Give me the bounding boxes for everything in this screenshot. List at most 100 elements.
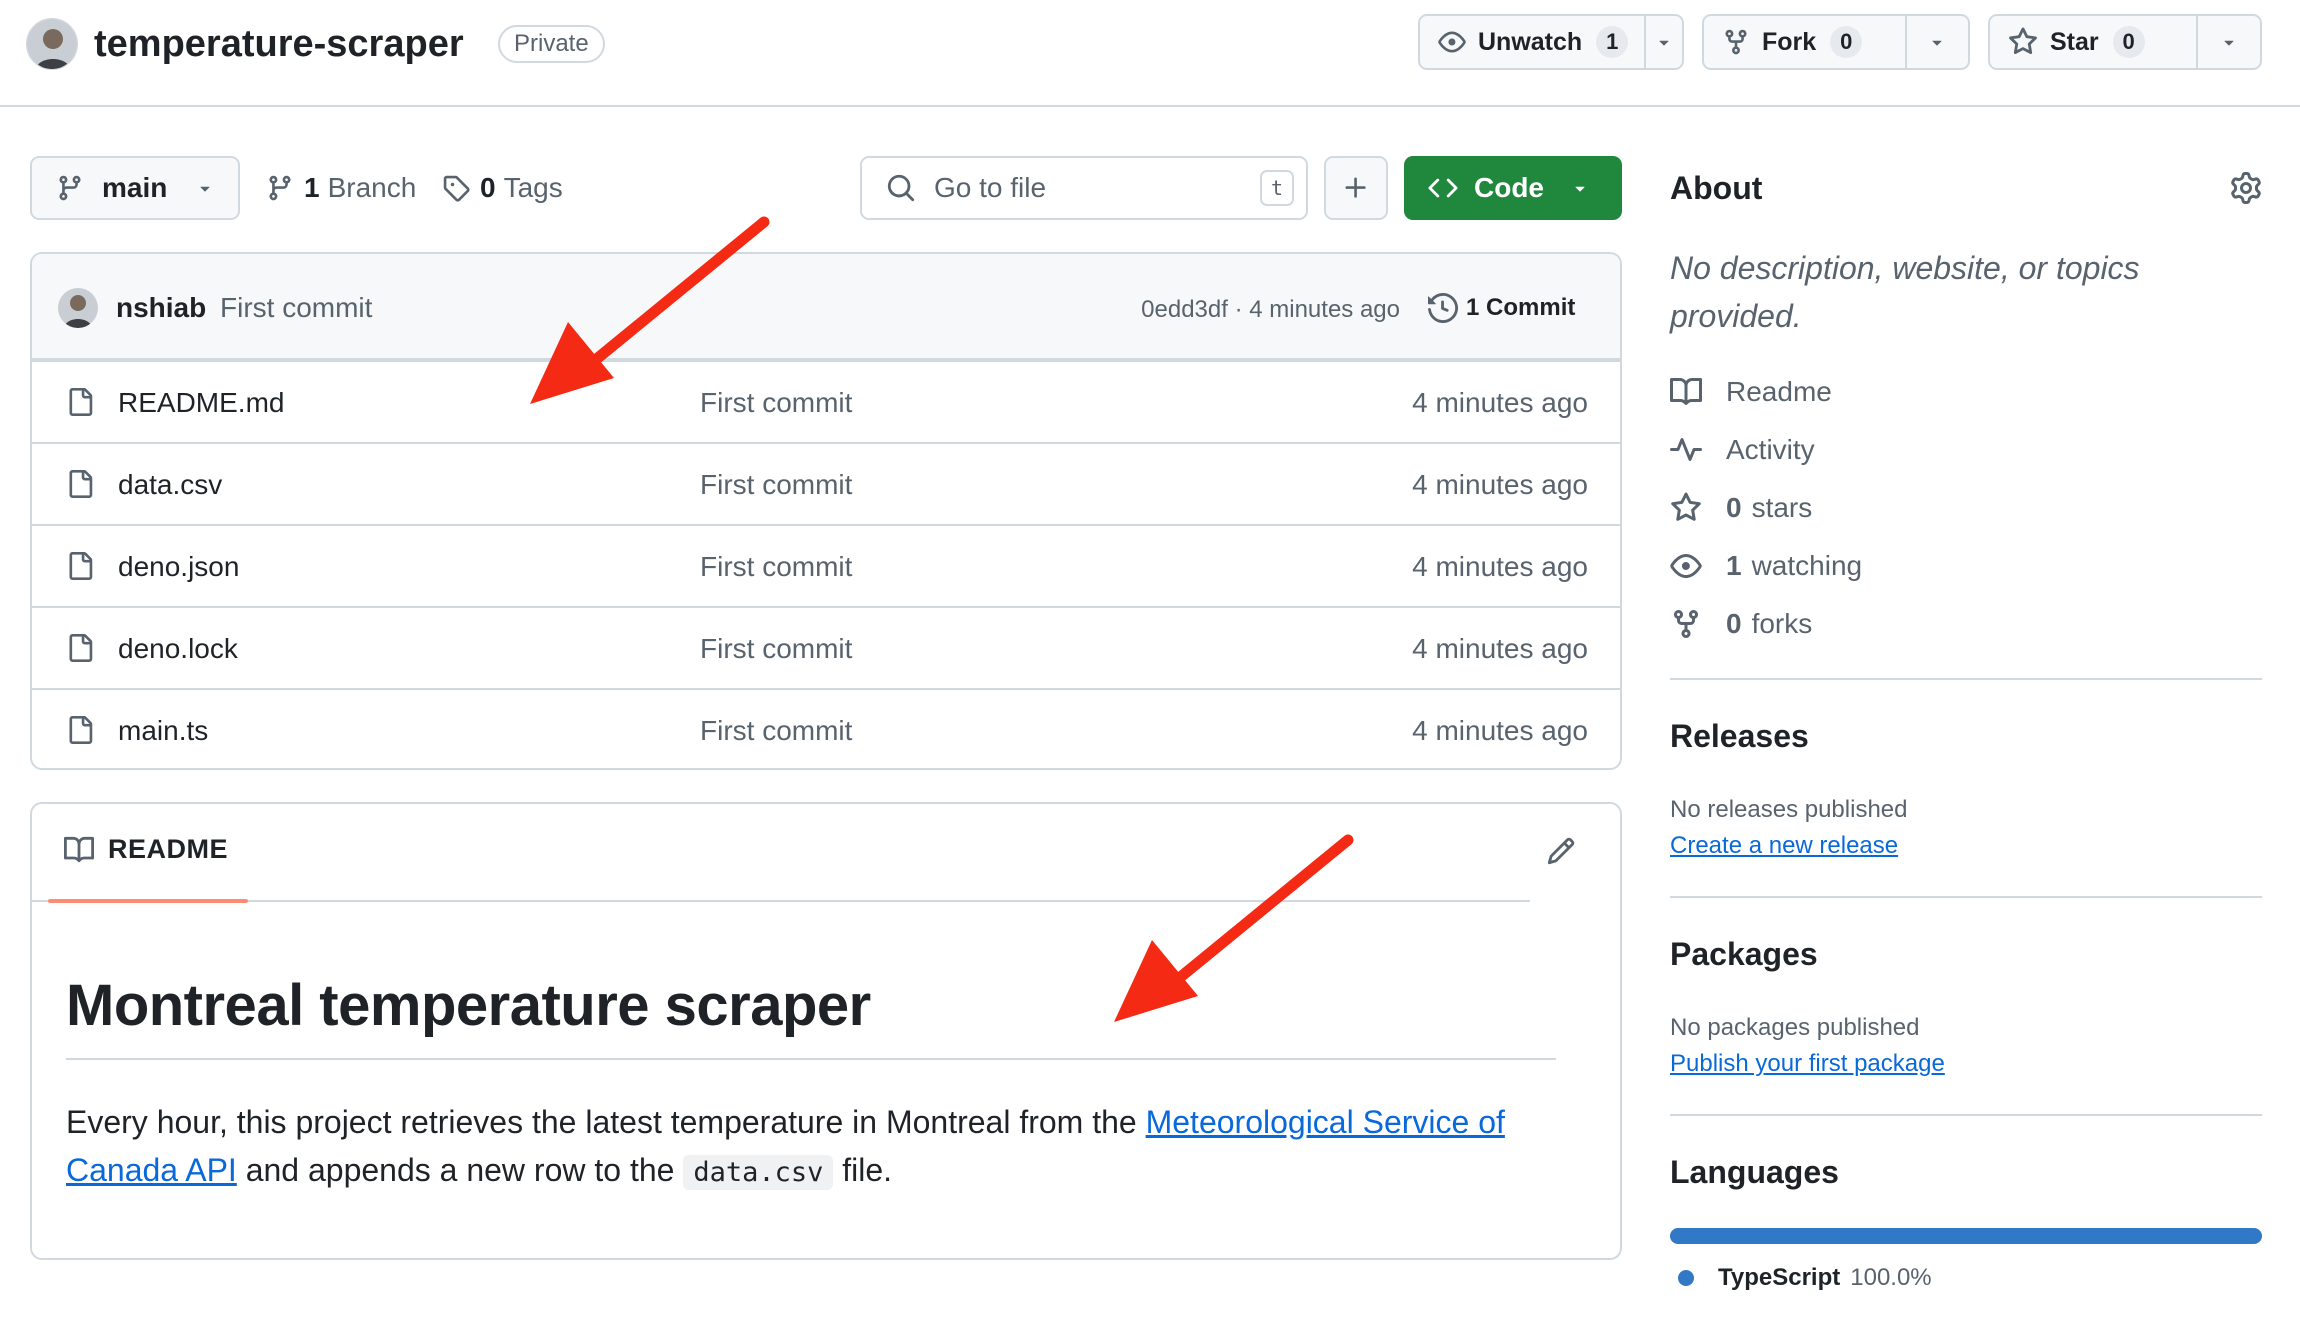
sidebar-divider: [1670, 896, 2262, 898]
pencil-icon: [1546, 836, 1576, 866]
star-icon: [2008, 27, 2050, 57]
file-name[interactable]: main.ts: [118, 711, 208, 751]
file-row[interactable]: main.ts First commit 4 minutes ago: [32, 688, 1620, 768]
languages-heading: Languages: [1670, 1154, 1839, 1190]
file-commit-message[interactable]: First commit: [700, 383, 852, 423]
stars-count: 0: [1726, 492, 1742, 523]
edit-readme-button[interactable]: [1546, 836, 1576, 866]
file-name[interactable]: README.md: [118, 383, 284, 423]
forks-label: forks: [1751, 608, 1813, 639]
releases-empty-text: No releases published: [1670, 796, 1908, 823]
commits-history-link[interactable]: 1 Commit: [1428, 288, 1575, 328]
commit-author[interactable]: nshiab: [116, 288, 206, 328]
caret-down-icon: [2219, 32, 2239, 52]
caret-down-icon: [1570, 178, 1590, 198]
eye-icon: [1438, 28, 1478, 56]
file-row[interactable]: deno.lock First commit 4 minutes ago: [32, 606, 1620, 688]
caret-down-icon: [1927, 32, 1947, 52]
watchers-count: 1: [1596, 26, 1629, 58]
add-file-button[interactable]: [1324, 156, 1388, 220]
file-commit-message[interactable]: First commit: [700, 711, 852, 751]
readme-text: file.: [833, 1152, 893, 1188]
about-heading: About: [1670, 170, 1763, 206]
sidebar-divider: [1670, 678, 2262, 680]
file-row[interactable]: deno.json First commit 4 minutes ago: [32, 524, 1620, 606]
file-icon: [66, 714, 94, 746]
activity-link[interactable]: Activity: [1670, 430, 1815, 470]
forks-link[interactable]: 0 forks: [1670, 604, 1812, 644]
packages-heading[interactable]: Packages: [1670, 932, 1818, 976]
file-commit-message[interactable]: First commit: [700, 547, 852, 587]
tags-link[interactable]: 0 Tags: [442, 168, 563, 208]
latest-commit-bar: nshiab First commit 0edd3df · 4 minutes …: [32, 254, 1620, 360]
repo-name[interactable]: temperature-scraper: [94, 18, 464, 70]
file-icon: [66, 386, 94, 418]
repo-header: temperature-scraper Private Unwatch 1 Fo…: [0, 0, 2300, 107]
go-to-file-input[interactable]: Go to file t: [860, 156, 1308, 220]
file-list: nshiab First commit 0edd3df · 4 minutes …: [30, 252, 1622, 770]
file-commit-message[interactable]: First commit: [700, 465, 852, 505]
fork-icon: [1670, 608, 1726, 640]
file-row[interactable]: README.md First commit 4 minutes ago: [32, 360, 1620, 442]
forks-count: 0: [1726, 608, 1742, 639]
releases-heading[interactable]: Releases: [1670, 714, 1809, 758]
about-description: No description, website, or topics provi…: [1670, 250, 2140, 334]
commit-count: 1 Commit: [1466, 294, 1576, 321]
watching-label: watching: [1751, 550, 1863, 581]
star-button[interactable]: Star 0: [1988, 14, 2262, 70]
readme-tab[interactable]: README: [64, 834, 228, 865]
activity-link-label: Activity: [1726, 434, 1815, 465]
readme-link[interactable]: Readme: [1670, 372, 1832, 412]
branches-link[interactable]: 1 Branch: [266, 168, 416, 208]
file-commit-time: 4 minutes ago: [1412, 715, 1588, 746]
active-tab-indicator: [48, 899, 248, 903]
file-icon: [66, 632, 94, 664]
forks-count: 0: [1830, 26, 1863, 58]
fork-dropdown[interactable]: [1904, 16, 1969, 68]
watching-link[interactable]: 1 watching: [1670, 546, 1862, 586]
book-icon: [64, 835, 108, 865]
edit-about-button[interactable]: [2230, 172, 2262, 204]
stars-link[interactable]: 0 stars: [1670, 488, 1812, 528]
git-branch-icon: [266, 174, 294, 202]
readme-title: Montreal temperature scraper: [66, 966, 1556, 1060]
language-bar: [1670, 1228, 2262, 1244]
readme-header: README: [32, 804, 1530, 903]
commit-message[interactable]: First commit: [220, 288, 372, 328]
unwatch-label: Unwatch: [1478, 27, 1583, 56]
file-icon: [66, 468, 94, 500]
file-commit-time: 4 minutes ago: [1412, 551, 1588, 582]
code-label: Code: [1474, 172, 1544, 203]
sidebar-divider: [1670, 1114, 2262, 1116]
file-icon: [66, 550, 94, 582]
create-release-link[interactable]: Create a new release: [1670, 828, 1898, 864]
language-typescript[interactable]: TypeScript 100.0%: [1678, 1260, 1932, 1296]
publish-package-link[interactable]: Publish your first package: [1670, 1046, 1945, 1082]
commit-author-avatar[interactable]: [58, 288, 98, 328]
search-icon: [886, 173, 916, 203]
commit-sha-time[interactable]: 0edd3df · 4 minutes ago: [1141, 290, 1400, 330]
plus-icon: [1342, 174, 1370, 202]
readme-link-label: Readme: [1726, 376, 1832, 407]
code-button[interactable]: Code: [1404, 156, 1622, 220]
fork-button[interactable]: Fork 0: [1702, 14, 1970, 70]
inline-code: data.csv: [683, 1155, 834, 1190]
stars-label: stars: [1751, 492, 1813, 523]
file-name[interactable]: data.csv: [118, 465, 222, 505]
readme-body: Every hour, this project retrieves the l…: [66, 1098, 1556, 1197]
book-icon: [1670, 376, 1726, 408]
git-branch-icon: [56, 174, 84, 202]
readme-tab-label: README: [108, 834, 229, 864]
file-commit-message[interactable]: First commit: [700, 629, 852, 669]
unwatch-button[interactable]: Unwatch 1: [1418, 14, 1684, 70]
file-row[interactable]: data.csv First commit 4 minutes ago: [32, 442, 1620, 524]
owner-avatar[interactable]: [26, 18, 78, 70]
watching-count: 1: [1726, 550, 1742, 581]
unwatch-dropdown[interactable]: [1644, 16, 1682, 68]
branch-selector[interactable]: main: [30, 156, 240, 220]
tag-icon: [442, 174, 470, 202]
star-dropdown[interactable]: [2196, 16, 2260, 68]
file-name[interactable]: deno.json: [118, 547, 239, 587]
gear-icon: [2230, 172, 2262, 204]
file-name[interactable]: deno.lock: [118, 629, 238, 669]
